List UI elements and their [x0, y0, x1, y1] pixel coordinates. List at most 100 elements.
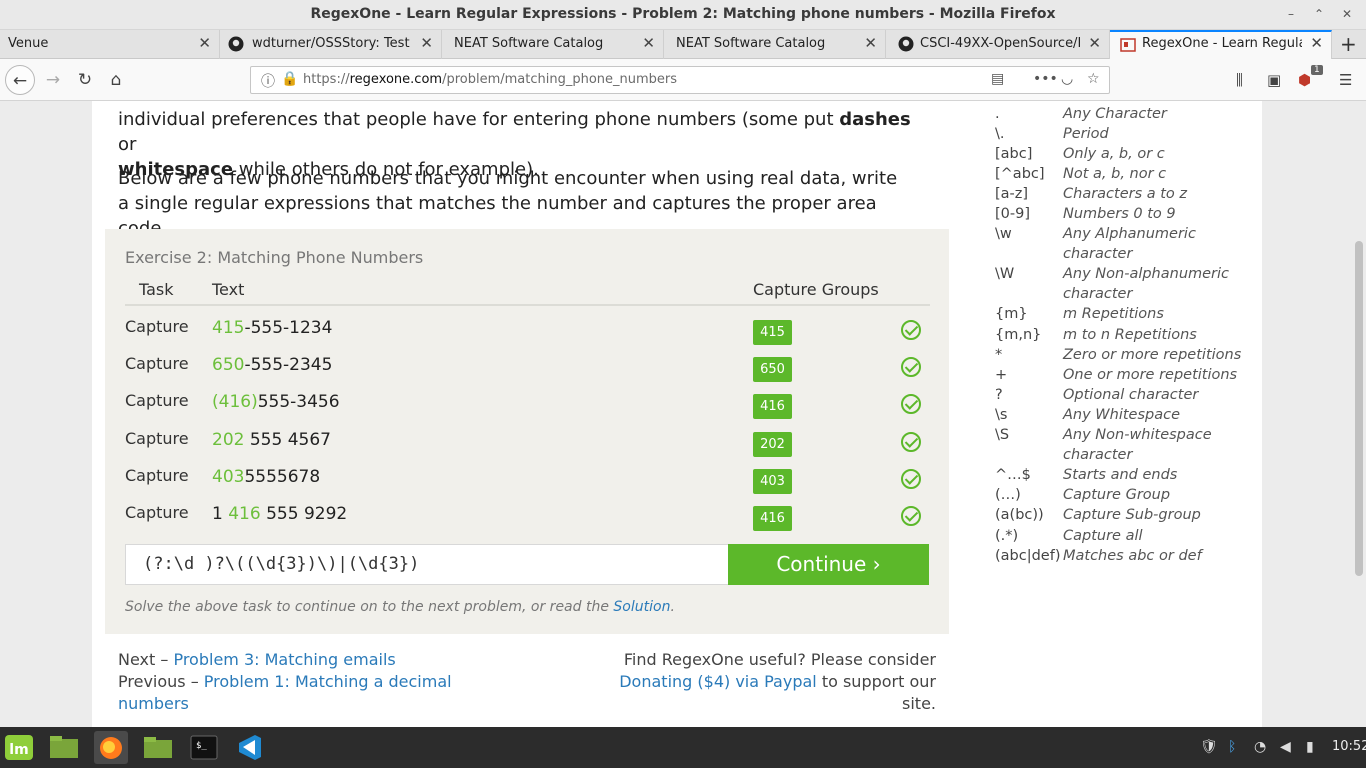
exercise-row: Capture (416)555-3456 416	[105, 391, 949, 427]
previous-problem-link-cont[interactable]: numbers	[118, 694, 189, 713]
page-scrollbar[interactable]	[1352, 101, 1366, 727]
regexone-icon	[1120, 38, 1136, 52]
row-text: 1 416 555 9292	[212, 504, 348, 524]
page-actions-icon[interactable]: •••	[1033, 71, 1058, 87]
tab-regexone[interactable]: RegexOne - Learn Regular Ex ✕	[1110, 30, 1332, 59]
pocket-icon[interactable]: ◡	[1061, 71, 1073, 87]
exercise-row: Capture 1 416 555 9292 416	[105, 503, 949, 539]
terminal-icon[interactable]: $_	[187, 731, 221, 764]
tab-neat-1[interactable]: NEAT Software Catalog ✕	[442, 30, 664, 59]
new-tab-button[interactable]: +	[1340, 32, 1357, 56]
column-header-capture-groups: Capture Groups	[753, 280, 879, 299]
battery-icon[interactable]: ▮	[1306, 739, 1314, 755]
capture-group-badge: 403	[753, 469, 792, 494]
capture-group-badge: 202	[753, 432, 792, 457]
success-check-icon	[901, 394, 921, 414]
exercise-panel: Exercise 2: Matching Phone Numbers Task …	[105, 229, 949, 634]
row-task: Capture	[125, 391, 189, 410]
capture-group-badge: 415	[753, 320, 792, 345]
row-text: 4035555678	[212, 467, 321, 487]
menu-icon[interactable]: ☰	[1339, 71, 1352, 89]
previous-problem-link[interactable]: Problem 1: Matching a decimal	[204, 672, 452, 691]
close-tab-icon[interactable]: ✕	[1310, 34, 1323, 52]
row-text: (416)555-3456	[212, 392, 340, 412]
regex-input[interactable]: (?:\d )?\((\d{3})\)|(\d{3})	[125, 544, 729, 585]
navigation-toolbar: ← → ↻ ⌂ ⓘ 🔒 https://regexone.com/problem…	[0, 59, 1366, 101]
close-tab-icon[interactable]: ✕	[642, 34, 655, 52]
clock[interactable]: 10:52	[1332, 739, 1366, 754]
address-bar[interactable]: ⓘ 🔒 https://regexone.com/problem/matchin…	[250, 66, 1110, 94]
show-desktop-icon[interactable]	[47, 731, 81, 764]
mint-menu-icon[interactable]: lm	[2, 731, 36, 764]
maximize-button[interactable]: ⌃	[1308, 3, 1330, 25]
capture-group-badge: 416	[753, 394, 792, 419]
reload-button[interactable]: ↻	[70, 65, 100, 95]
header-divider	[125, 304, 930, 306]
capture-group-badge: 416	[753, 506, 792, 531]
success-check-icon	[901, 469, 921, 489]
column-header-task: Task	[139, 280, 174, 299]
forward-button[interactable]: →	[38, 65, 68, 95]
minimize-button[interactable]: –	[1280, 3, 1302, 25]
tab-neat-2[interactable]: NEAT Software Catalog ✕	[664, 30, 886, 59]
tab-ossstory[interactable]: wdturner/OSSStory: Test repo ✕	[220, 30, 442, 59]
adblock-icon[interactable]: ⬢	[1298, 71, 1311, 89]
close-window-button[interactable]: ✕	[1336, 3, 1358, 25]
url-text: https://regexone.com/problem/matching_ph…	[303, 72, 678, 87]
home-button[interactable]: ⌂	[101, 65, 131, 95]
firefox-icon[interactable]	[94, 731, 128, 764]
scrollbar-thumb[interactable]	[1355, 241, 1363, 576]
window-title: RegexOne - Learn Regular Expressions - P…	[310, 6, 1056, 22]
window-titlebar: RegexOne - Learn Regular Expressions - P…	[0, 0, 1366, 30]
wifi-icon[interactable]: ◔	[1254, 739, 1266, 755]
volume-icon[interactable]: ◀	[1280, 739, 1291, 755]
tab-venue[interactable]: Venue ✕	[0, 30, 220, 59]
bookmark-star-icon[interactable]: ☆	[1087, 71, 1100, 87]
success-check-icon	[901, 506, 921, 526]
back-button[interactable]: ←	[5, 65, 35, 95]
continue-button[interactable]: Continue ›	[728, 544, 929, 585]
row-text: 650-555-2345	[212, 355, 333, 375]
exercise-row: Capture 202 555 4567 202	[105, 429, 949, 465]
row-task: Capture	[125, 503, 189, 522]
exercise-hint: Solve the above task to continue on to t…	[125, 599, 675, 615]
exercise-row: Capture 650-555-2345 650	[105, 354, 949, 390]
close-tab-icon[interactable]: ✕	[420, 34, 433, 52]
close-tab-icon[interactable]: ✕	[864, 34, 877, 52]
tab-label: NEAT Software Catalog	[676, 36, 826, 51]
shield-icon[interactable]: 🛡	[1200, 739, 1218, 755]
info-icon[interactable]: ⓘ	[261, 71, 275, 91]
web-page: individual preferences that people have …	[0, 101, 1366, 727]
github-icon	[898, 36, 914, 52]
vscode-icon[interactable]	[233, 731, 267, 764]
sidebar-icon[interactable]: ▣	[1267, 71, 1281, 89]
row-task: Capture	[125, 317, 189, 336]
success-check-icon	[901, 357, 921, 377]
success-check-icon	[901, 432, 921, 452]
library-icon[interactable]: ⫼	[1236, 71, 1243, 89]
svg-text:$_: $_	[196, 741, 207, 751]
success-check-icon	[901, 320, 921, 340]
exercise-title: Exercise 2: Matching Phone Numbers	[125, 248, 424, 267]
exercise-row: Capture 4035555678 403	[105, 466, 949, 502]
row-text: 202 555 4567	[212, 430, 331, 450]
donate-link[interactable]: Donating ($4) via Paypal	[619, 672, 817, 691]
adblock-count-badge: 1	[1311, 65, 1323, 75]
files-icon[interactable]	[141, 731, 175, 764]
solution-link[interactable]: Solution	[613, 599, 670, 615]
content-column: individual preferences that people have …	[92, 101, 1262, 727]
close-tab-icon[interactable]: ✕	[198, 34, 211, 52]
donate-note: Find RegexOne useful? Please consider Do…	[619, 650, 936, 713]
row-task: Capture	[125, 429, 189, 448]
capture-group-badge: 650	[753, 357, 792, 382]
bluetooth-icon[interactable]: ᛒ	[1228, 739, 1236, 755]
lock-icon: 🔒	[281, 71, 299, 87]
tab-label: RegexOne - Learn Regular Ex	[1142, 36, 1302, 51]
row-task: Capture	[125, 354, 189, 373]
next-problem-link[interactable]: Problem 3: Matching emails	[173, 650, 395, 669]
tab-csci[interactable]: CSCI-49XX-OpenSource/Lab- ✕	[886, 30, 1110, 59]
close-tab-icon[interactable]: ✕	[1088, 34, 1101, 52]
reader-view-icon[interactable]: ▤	[991, 71, 1004, 87]
column-header-text: Text	[212, 280, 245, 299]
row-text: 415-555-1234	[212, 318, 333, 338]
